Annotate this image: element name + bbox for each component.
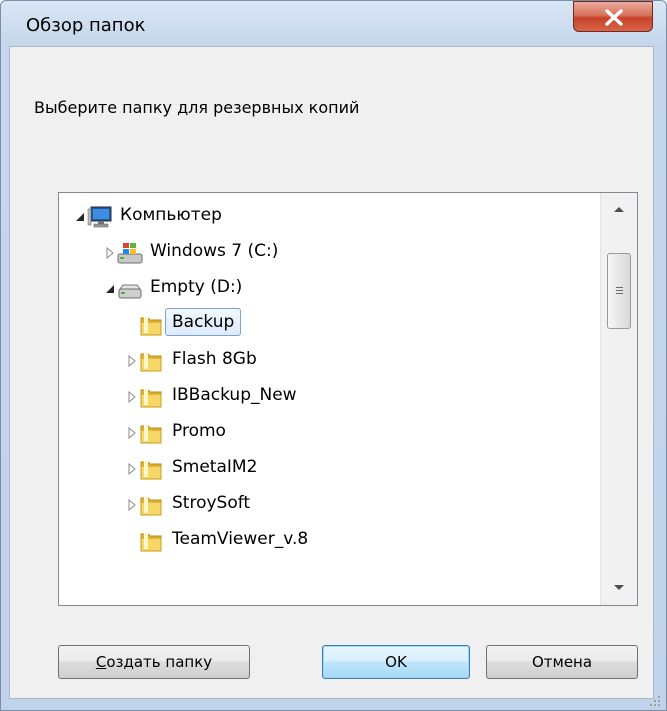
collapse-arrow-icon[interactable] xyxy=(127,463,139,475)
folder-icon xyxy=(139,351,163,373)
tree-item-smetaim2[interactable]: SmetaIM2 xyxy=(59,451,599,487)
grip-line xyxy=(616,290,623,291)
expand-arrow-icon[interactable] xyxy=(75,212,87,224)
ok-button[interactable]: OK xyxy=(322,645,470,679)
tree-item-stroysoft[interactable]: StroySoft xyxy=(59,487,599,523)
tree-item-flash-8gb[interactable]: Flash 8Gb xyxy=(59,343,599,379)
hard-drive-icon xyxy=(117,277,142,299)
scroll-thumb[interactable] xyxy=(607,253,631,329)
title-bar[interactable]: Обзор папок xyxy=(0,0,667,46)
tree-item-backup[interactable]: Backup xyxy=(59,307,599,343)
computer-icon xyxy=(87,205,112,228)
collapse-arrow-icon[interactable] xyxy=(127,499,139,511)
arrow-up-icon xyxy=(614,207,624,212)
dialog-prompt: Выберите папку для резервных копий xyxy=(34,98,360,117)
tree-item-label: StroySoft xyxy=(172,493,251,513)
button-label-rest: оздать папку xyxy=(106,653,213,671)
tree-item-label: Empty (D:) xyxy=(150,277,243,297)
new-folder-button[interactable]: Создать папку xyxy=(58,645,250,679)
tree-item-label: Windows 7 (C:) xyxy=(150,241,279,261)
arrow-down-icon xyxy=(614,585,624,590)
windows-drive-icon xyxy=(117,241,143,264)
folder-icon xyxy=(139,531,163,553)
tree-item-computer[interactable]: Компьютер xyxy=(59,199,599,235)
close-icon xyxy=(605,9,623,26)
folder-icon xyxy=(139,315,163,337)
tree-item-label: Компьютер xyxy=(120,205,222,225)
collapse-arrow-icon[interactable] xyxy=(127,391,139,403)
mnemonic-letter: С xyxy=(95,653,107,671)
tree-item-empty-drive[interactable]: Empty (D:) xyxy=(59,271,599,307)
tree-item-label: Promo xyxy=(172,421,226,441)
expand-arrow-icon[interactable] xyxy=(105,284,117,296)
tree-item-label: TeamViewer_v.8 xyxy=(172,529,309,549)
tree-item-label: Flash 8Gb xyxy=(172,349,257,369)
close-button[interactable] xyxy=(573,1,653,32)
tree-item-teamviewer[interactable]: TeamViewer_v.8 xyxy=(59,523,599,559)
scroll-down-button[interactable] xyxy=(601,571,637,605)
window-title: Обзор папок xyxy=(26,15,146,36)
tree-item-label: SmetaIM2 xyxy=(172,457,258,477)
tree-item-ibbackup-new[interactable]: IBBackup_New xyxy=(59,379,599,415)
resize-grip-icon[interactable] xyxy=(647,693,661,707)
button-label: Создать папку xyxy=(96,653,212,671)
folder-icon xyxy=(139,387,163,409)
tree-item-label: IBBackup_New xyxy=(172,385,297,405)
cancel-button[interactable]: Отмена xyxy=(486,645,638,679)
tree-item-promo[interactable]: Promo xyxy=(59,415,599,451)
grip-line xyxy=(616,287,623,288)
folder-icon xyxy=(139,459,163,481)
collapse-arrow-icon[interactable] xyxy=(127,427,139,439)
collapse-arrow-icon[interactable] xyxy=(105,247,117,259)
grip-line xyxy=(616,293,623,294)
folder-icon xyxy=(139,423,163,445)
tree-item-windows-drive[interactable]: Windows 7 (C:) xyxy=(59,235,599,271)
tree-item-label: Backup xyxy=(165,308,242,336)
folder-tree[interactable]: Компьютер Windows 7 (C:) Empty (D:) Back… xyxy=(58,192,638,606)
collapse-arrow-icon[interactable] xyxy=(127,355,139,367)
vertical-scrollbar[interactable] xyxy=(600,193,637,605)
folder-icon xyxy=(139,495,163,517)
scroll-up-button[interactable] xyxy=(601,193,637,227)
